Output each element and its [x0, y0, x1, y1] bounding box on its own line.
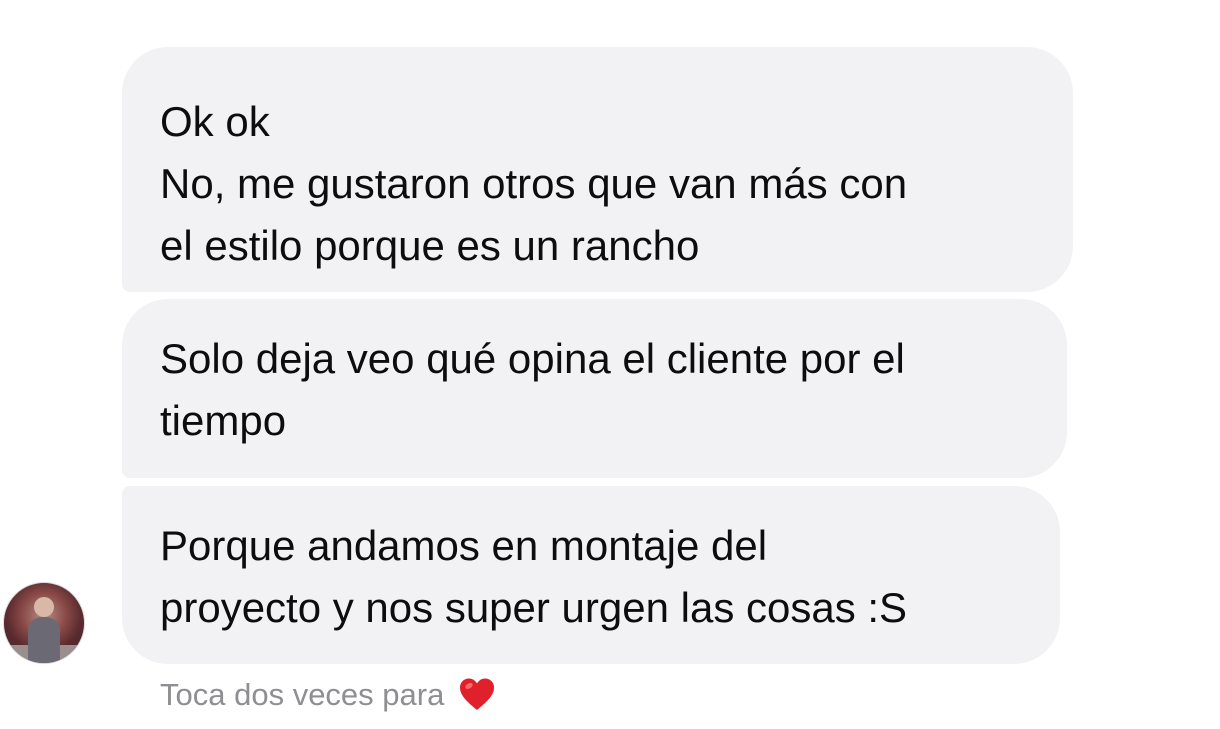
- double-tap-hint: Toca dos veces para: [160, 672, 496, 718]
- message-line: Solo deja veo qué opina el cliente por e…: [160, 335, 905, 382]
- heart-icon[interactable]: [458, 676, 496, 714]
- chat-thread: Ok ok No, me gustaron otros que van más …: [0, 0, 1220, 729]
- message-line: proyecto y nos super urgen las cosas :S: [160, 584, 908, 631]
- message-line: No, me gustaron otros que van más con: [160, 160, 908, 207]
- hint-text: Toca dos veces para: [160, 677, 445, 712]
- message-line: tiempo: [160, 397, 287, 444]
- message-line: el estilo porque es un rancho: [160, 222, 700, 269]
- avatar-head: [34, 597, 54, 617]
- message-bubble[interactable]: Porque andamos en montaje del proyecto y…: [122, 486, 1060, 664]
- avatar-body: [28, 617, 60, 663]
- message-line: Ok ok: [160, 98, 270, 145]
- avatar[interactable]: [3, 582, 85, 664]
- message-bubble[interactable]: Ok ok No, me gustaron otros que van más …: [122, 47, 1073, 292]
- message-line: Porque andamos en montaje del: [160, 522, 768, 569]
- message-bubble[interactable]: Solo deja veo qué opina el cliente por e…: [122, 299, 1067, 478]
